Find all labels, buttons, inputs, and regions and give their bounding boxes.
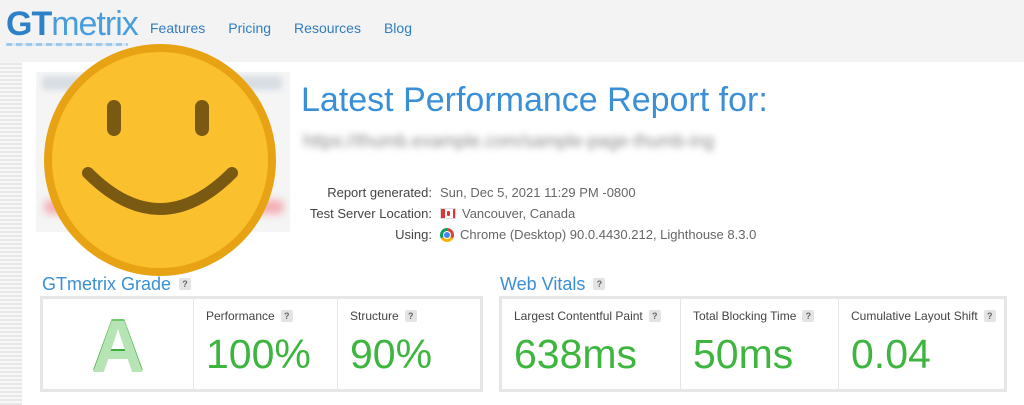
report-title: Latest Performance Report for: [301, 81, 768, 119]
canada-flag-icon [440, 208, 456, 219]
logo-rest: metrix [51, 5, 139, 43]
meta-row-using: Using: Chrome (Desktop) 90.0.4430.212, L… [300, 224, 756, 245]
help-icon[interactable]: ? [280, 310, 293, 322]
cls-label-text: Cumulative Layout Shift [851, 309, 978, 323]
help-icon[interactable]: ? [593, 278, 606, 290]
help-icon[interactable]: ? [802, 310, 815, 322]
lcp-cell: Largest Contentful Paint ? 638ms [502, 299, 680, 389]
smiley-face-circle [44, 44, 276, 276]
meta-label: Report generated: [327, 185, 432, 200]
meta-row-generated: Report generated: Sun, Dec 5, 2021 11:29… [300, 182, 756, 203]
gtmetrix-logo[interactable]: GTmetrix [6, 4, 139, 44]
main-nav: Features Pricing Resources Blog [150, 18, 435, 38]
lcp-value: 638ms [514, 331, 638, 377]
meta-label: Using: [395, 227, 432, 242]
nav-link-features[interactable]: Features [150, 18, 205, 38]
cls-cell: Cumulative Layout Shift ? 0.04 [838, 299, 1004, 389]
meta-value-text: Vancouver, Canada [462, 206, 576, 221]
performance-label: Performance ? [206, 309, 293, 323]
performance-value: 100% [206, 331, 311, 377]
meta-value: Sun, Dec 5, 2021 11:29 PM -0800 [440, 182, 636, 203]
meta-value: Vancouver, Canada [440, 203, 575, 224]
help-icon[interactable]: ? [648, 310, 661, 322]
report-meta: Report generated: Sun, Dec 5, 2021 11:29… [300, 182, 756, 245]
tbt-value: 50ms [693, 331, 794, 377]
gtmetrix-grade-title: GTmetrix Grade [42, 274, 172, 294]
tbt-label-text: Total Blocking Time [693, 309, 797, 323]
performance-label-text: Performance [206, 309, 275, 323]
report-url[interactable]: https://thumb.example.com/sample-page-th… [303, 130, 993, 152]
meta-value-text: Sun, Dec 5, 2021 11:29 PM -0800 [440, 185, 636, 200]
chrome-icon [440, 227, 454, 242]
lcp-label: Largest Contentful Paint ? [514, 309, 661, 323]
grade-letter: A [43, 299, 193, 389]
grade-letter-text: A [91, 302, 145, 386]
lcp-label-text: Largest Contentful Paint [514, 309, 643, 323]
meta-value-text: Chrome (Desktop) 90.0.4430.212, Lighthou… [460, 227, 757, 242]
web-vitals-heading: Web Vitals ? [500, 273, 606, 295]
nav-link-resources[interactable]: Resources [294, 18, 361, 38]
meta-label: Test Server Location: [309, 206, 432, 221]
gtmetrix-grade-heading: GTmetrix Grade ? [42, 273, 192, 295]
gtmetrix-grade-box: A Performance ? 100% Structure ? 90% [40, 296, 483, 392]
meta-row-location: Test Server Location: Vancouver, Canada [300, 203, 756, 224]
structure-label-text: Structure [350, 309, 399, 323]
smiley-left-eye [107, 100, 121, 136]
help-icon[interactable]: ? [983, 310, 996, 322]
smiley-right-eye [195, 100, 209, 136]
performance-cell: Performance ? 100% [193, 299, 337, 389]
meta-value: Chrome (Desktop) 90.0.4430.212, Lighthou… [440, 224, 756, 245]
tbt-label: Total Blocking Time ? [693, 309, 815, 323]
smiley-face-icon [44, 44, 276, 276]
web-vitals-title: Web Vitals [500, 274, 586, 294]
logo-gt: GT [6, 5, 52, 43]
tbt-cell: Total Blocking Time ? 50ms [680, 299, 838, 389]
cls-label: Cumulative Layout Shift ? [851, 309, 996, 323]
nav-link-pricing[interactable]: Pricing [228, 18, 271, 38]
help-icon[interactable]: ? [404, 310, 417, 322]
web-vitals-box: Largest Contentful Paint ? 638ms Total B… [499, 296, 1007, 392]
structure-value: 90% [350, 331, 433, 377]
cls-value: 0.04 [851, 331, 931, 377]
help-icon[interactable]: ? [179, 278, 192, 290]
structure-label: Structure ? [350, 309, 417, 323]
nav-link-blog[interactable]: Blog [384, 18, 412, 38]
grade-cell: A [43, 299, 193, 389]
structure-cell: Structure ? 90% [337, 299, 480, 389]
left-stripe-border [0, 62, 22, 405]
